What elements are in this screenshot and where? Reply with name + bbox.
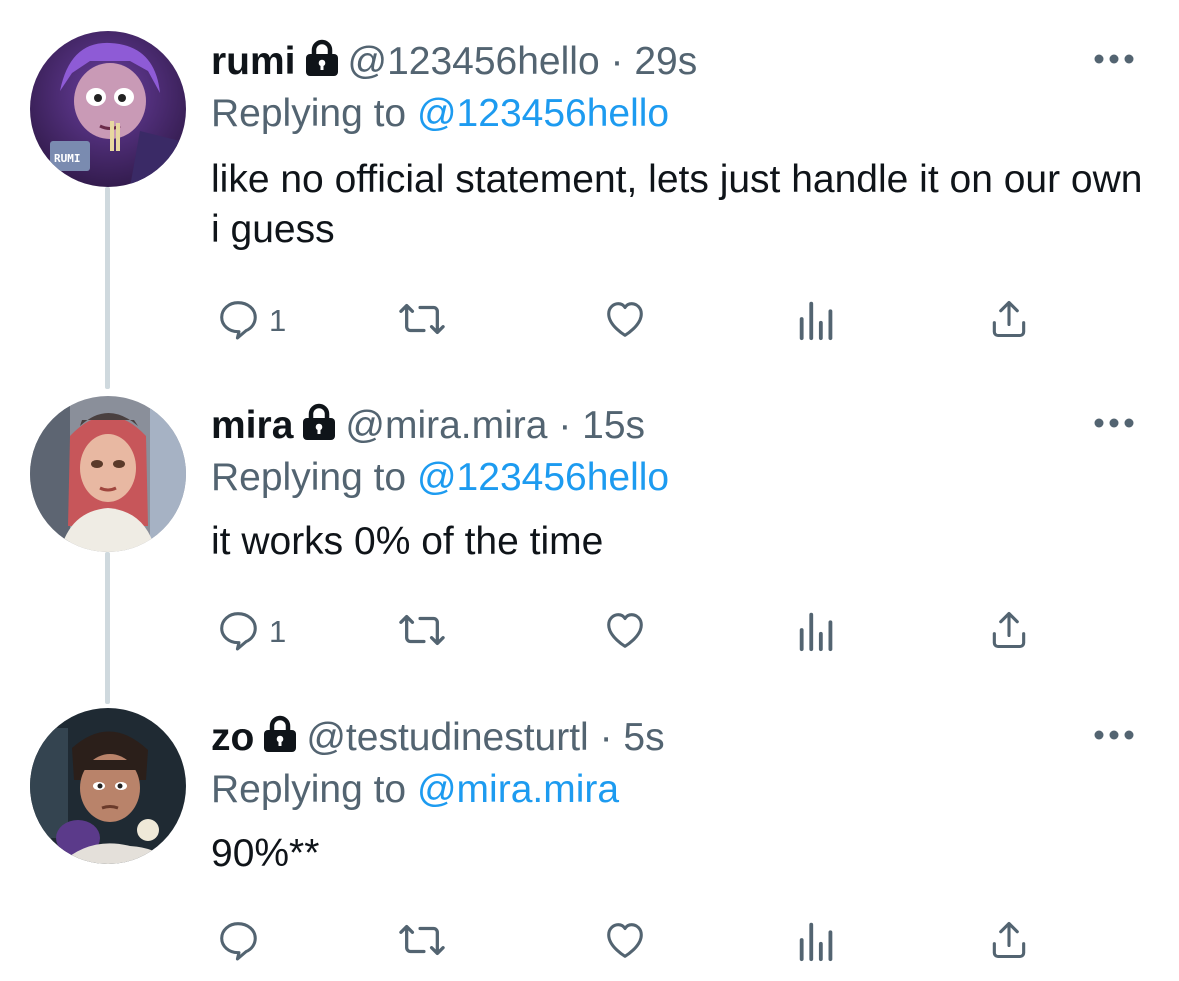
separator-dot: · xyxy=(558,404,572,447)
views-icon xyxy=(797,917,837,968)
timestamp[interactable]: 29s xyxy=(634,40,697,83)
separator-dot: · xyxy=(599,716,613,759)
display-name[interactable]: mira xyxy=(211,404,293,447)
lock-icon xyxy=(301,403,337,453)
timestamp[interactable]: 5s xyxy=(623,716,664,759)
replying-prefix: Replying to xyxy=(211,456,407,499)
user-handle[interactable]: @testudinesturtl xyxy=(306,716,588,759)
retweet-icon xyxy=(397,296,447,347)
avatar[interactable]: RUMI xyxy=(30,31,186,187)
share-icon xyxy=(987,917,1031,968)
separator-dot: · xyxy=(610,40,624,83)
reply-button[interactable] xyxy=(215,917,269,967)
tweet-header: mira @mira.mira · 15s xyxy=(211,402,645,453)
tweet[interactable]: mira @mira.mira · 15s Replying to @123456… xyxy=(0,396,1179,702)
views-icon xyxy=(797,296,837,347)
tweet-header: zo @testudinesturtl · 5s xyxy=(211,714,665,765)
share-button[interactable] xyxy=(987,607,1031,657)
views-icon xyxy=(797,607,837,658)
like-icon xyxy=(601,607,649,658)
more-icon[interactable] xyxy=(1093,416,1135,442)
tweet-text: like no official statement, lets just ha… xyxy=(211,158,1143,251)
reply-count: 1 xyxy=(269,614,287,649)
retweet-button[interactable] xyxy=(397,296,447,346)
tweet-text: it works 0% of the time xyxy=(211,520,604,563)
tweet[interactable]: zo @testudinesturtl · 5s Replying to @mir… xyxy=(0,708,1179,981)
more-icon[interactable] xyxy=(1093,728,1135,754)
avatar[interactable] xyxy=(30,708,186,864)
avatar[interactable] xyxy=(30,396,186,552)
reply-button[interactable]: 1 xyxy=(215,607,286,657)
display-name[interactable]: zo xyxy=(211,716,254,759)
tweet[interactable]: RUMI rumi @123456hello · 29s Replying to … xyxy=(0,31,1179,388)
like-icon xyxy=(601,917,649,968)
tweet-text: 90%** xyxy=(211,832,320,875)
action-bar: 1 xyxy=(211,296,1041,346)
user-handle[interactable]: @mira.mira xyxy=(345,404,547,447)
reply-button[interactable]: 1 xyxy=(215,296,286,346)
reply-icon xyxy=(215,917,261,968)
replying-to: Replying to @123456hello xyxy=(211,454,669,502)
action-bar: 1 xyxy=(211,607,1041,657)
retweet-icon xyxy=(397,607,447,658)
replying-prefix: Replying to xyxy=(211,768,407,811)
tweet-header: rumi @123456hello · 29s xyxy=(211,38,697,89)
retweet-button[interactable] xyxy=(397,917,447,967)
like-button[interactable] xyxy=(601,917,649,967)
retweet-icon xyxy=(397,917,447,968)
lock-icon xyxy=(304,39,340,89)
avatar-label: RUMI xyxy=(54,152,81,165)
retweet-button[interactable] xyxy=(397,607,447,657)
user-handle[interactable]: @123456hello xyxy=(348,40,600,83)
like-button[interactable] xyxy=(601,607,649,657)
reply-count: 1 xyxy=(269,303,287,338)
lock-icon xyxy=(262,715,298,765)
share-icon xyxy=(987,607,1031,658)
mention-link[interactable]: @123456hello xyxy=(417,456,669,499)
timestamp[interactable]: 15s xyxy=(582,404,645,447)
mention-link[interactable]: @123456hello xyxy=(417,92,669,135)
mention-link[interactable]: @mira.mira xyxy=(417,768,619,811)
replying-to: Replying to @mira.mira xyxy=(211,766,619,814)
like-icon xyxy=(601,296,649,347)
reply-icon xyxy=(215,296,261,347)
share-icon xyxy=(987,296,1031,347)
replying-prefix: Replying to xyxy=(211,92,407,135)
replying-to: Replying to @123456hello xyxy=(211,90,669,138)
reply-icon xyxy=(215,607,261,658)
like-button[interactable] xyxy=(601,296,649,346)
views-button[interactable] xyxy=(797,296,837,346)
share-button[interactable] xyxy=(987,296,1031,346)
more-icon[interactable] xyxy=(1093,52,1135,78)
views-button[interactable] xyxy=(797,917,837,967)
display-name[interactable]: rumi xyxy=(211,40,296,83)
action-bar xyxy=(211,917,1041,967)
views-button[interactable] xyxy=(797,607,837,657)
share-button[interactable] xyxy=(987,917,1031,967)
